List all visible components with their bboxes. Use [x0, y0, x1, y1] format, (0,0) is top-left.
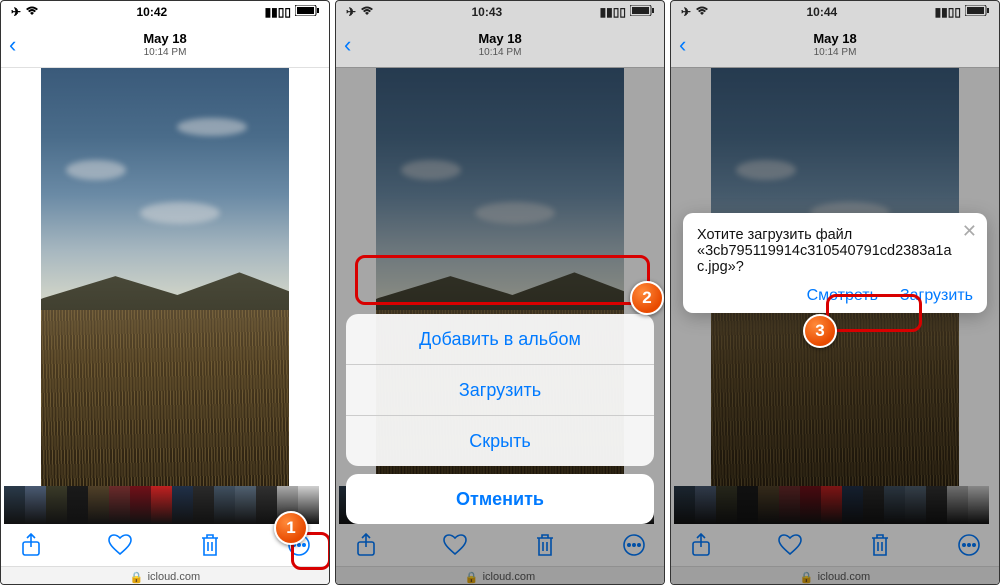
action-cancel[interactable]: Отменить — [346, 474, 654, 524]
thumbnail — [884, 486, 905, 524]
toolbar — [671, 524, 999, 566]
thumbnail[interactable] — [88, 486, 109, 524]
thumbnail — [695, 486, 716, 524]
header-time: 10:14 PM — [143, 47, 186, 59]
thumbnail — [800, 486, 821, 524]
action-hide[interactable]: Скрыть — [346, 415, 654, 466]
address-text: icloud.com — [483, 571, 536, 583]
address-text: icloud.com — [148, 571, 201, 583]
header-date: May 18 — [813, 32, 856, 47]
thumbnail[interactable] — [4, 486, 25, 524]
trash-button — [868, 533, 892, 557]
thumbnail — [716, 486, 737, 524]
header-date: May 18 — [143, 32, 186, 47]
highlight-3 — [826, 294, 922, 332]
thumbnail[interactable] — [235, 486, 256, 524]
screen-2: ✈ 10:43 ▮▮▯▯ ‹ May 18 10:14 PM 🔒 icloud.… — [335, 0, 665, 585]
status-time: 10:42 — [136, 5, 167, 19]
more-button — [957, 533, 981, 557]
thumbnails — [671, 486, 999, 524]
trash-button[interactable] — [198, 533, 222, 557]
thumbnail — [863, 486, 884, 524]
heart-button — [443, 533, 467, 557]
screen-1: ✈ 10:42 ▮▮▯▯ ‹ May 18 10:14 PM — [0, 0, 330, 585]
lock-icon: 🔒 — [130, 571, 144, 584]
thumbnail[interactable] — [193, 486, 214, 524]
marker-3: 3 — [803, 314, 837, 348]
address-bar: 🔒 icloud.com — [336, 566, 664, 585]
thumbnail — [947, 486, 968, 524]
address-bar: 🔒 icloud.com — [671, 566, 999, 585]
thumbnail[interactable] — [130, 486, 151, 524]
thumbnail[interactable] — [256, 486, 277, 524]
signal-icon: ▮▮▯▯ — [265, 5, 291, 19]
thumbnail — [842, 486, 863, 524]
thumbnail[interactable] — [46, 486, 67, 524]
more-button — [622, 533, 646, 557]
thumbnail — [926, 486, 947, 524]
thumbnail — [968, 486, 989, 524]
thumbnail[interactable] — [172, 486, 193, 524]
dialog-message: Хотите загрузить файл «3cb795119914c3105… — [697, 227, 973, 275]
back-button[interactable]: ‹ — [679, 32, 686, 58]
thumbnail[interactable] — [67, 486, 88, 524]
thumbnail — [758, 486, 779, 524]
header-date: May 18 — [478, 32, 521, 47]
heart-button[interactable] — [108, 533, 132, 557]
header-time: 10:14 PM — [813, 47, 856, 59]
marker-1: 1 — [274, 511, 308, 545]
share-button — [689, 533, 713, 557]
wifi-icon — [25, 5, 39, 19]
address-bar[interactable]: 🔒 icloud.com — [1, 566, 329, 585]
photo — [41, 68, 289, 486]
action-download[interactable]: Загрузить — [346, 364, 654, 415]
status-bar: ✈ 10:42 ▮▮▯▯ — [1, 1, 329, 23]
thumbnail — [905, 486, 926, 524]
battery-icon — [295, 5, 319, 19]
dialog-close-button[interactable]: ✕ — [962, 221, 977, 242]
action-add-to-album[interactable]: Добавить в альбом — [346, 314, 654, 364]
header: ‹ May 18 10:14 PM — [336, 23, 664, 68]
header: ‹ May 18 10:14 PM — [671, 23, 999, 68]
back-button[interactable]: ‹ — [9, 32, 16, 58]
screen-3: ✈ 10:44 ▮▮▯▯ ‹ May 18 10:14 PM 🔒 icloud.… — [670, 0, 1000, 585]
thumbnail[interactable] — [214, 486, 235, 524]
back-button[interactable]: ‹ — [344, 32, 351, 58]
heart-button — [778, 533, 802, 557]
thumbnail[interactable] — [25, 486, 46, 524]
address-text: icloud.com — [818, 571, 871, 583]
highlight-2 — [355, 255, 650, 305]
action-sheet: Добавить в альбом Загрузить Скрыть Отмен… — [346, 314, 654, 524]
marker-2: 2 — [630, 281, 664, 315]
thumbnail[interactable] — [109, 486, 130, 524]
lock-icon: 🔒 — [800, 571, 814, 584]
trash-button — [533, 533, 557, 557]
thumbnail — [779, 486, 800, 524]
header-time: 10:14 PM — [478, 47, 521, 59]
thumbnail — [737, 486, 758, 524]
share-button[interactable] — [19, 533, 43, 557]
share-button — [354, 533, 378, 557]
thumbnail — [674, 486, 695, 524]
toolbar — [336, 524, 664, 566]
airplane-icon: ✈ — [11, 5, 21, 19]
thumbnail[interactable] — [151, 486, 172, 524]
lock-icon: 🔒 — [465, 571, 479, 584]
thumbnail — [821, 486, 842, 524]
photo-area[interactable] — [1, 68, 329, 486]
header: ‹ May 18 10:14 PM — [1, 23, 329, 68]
